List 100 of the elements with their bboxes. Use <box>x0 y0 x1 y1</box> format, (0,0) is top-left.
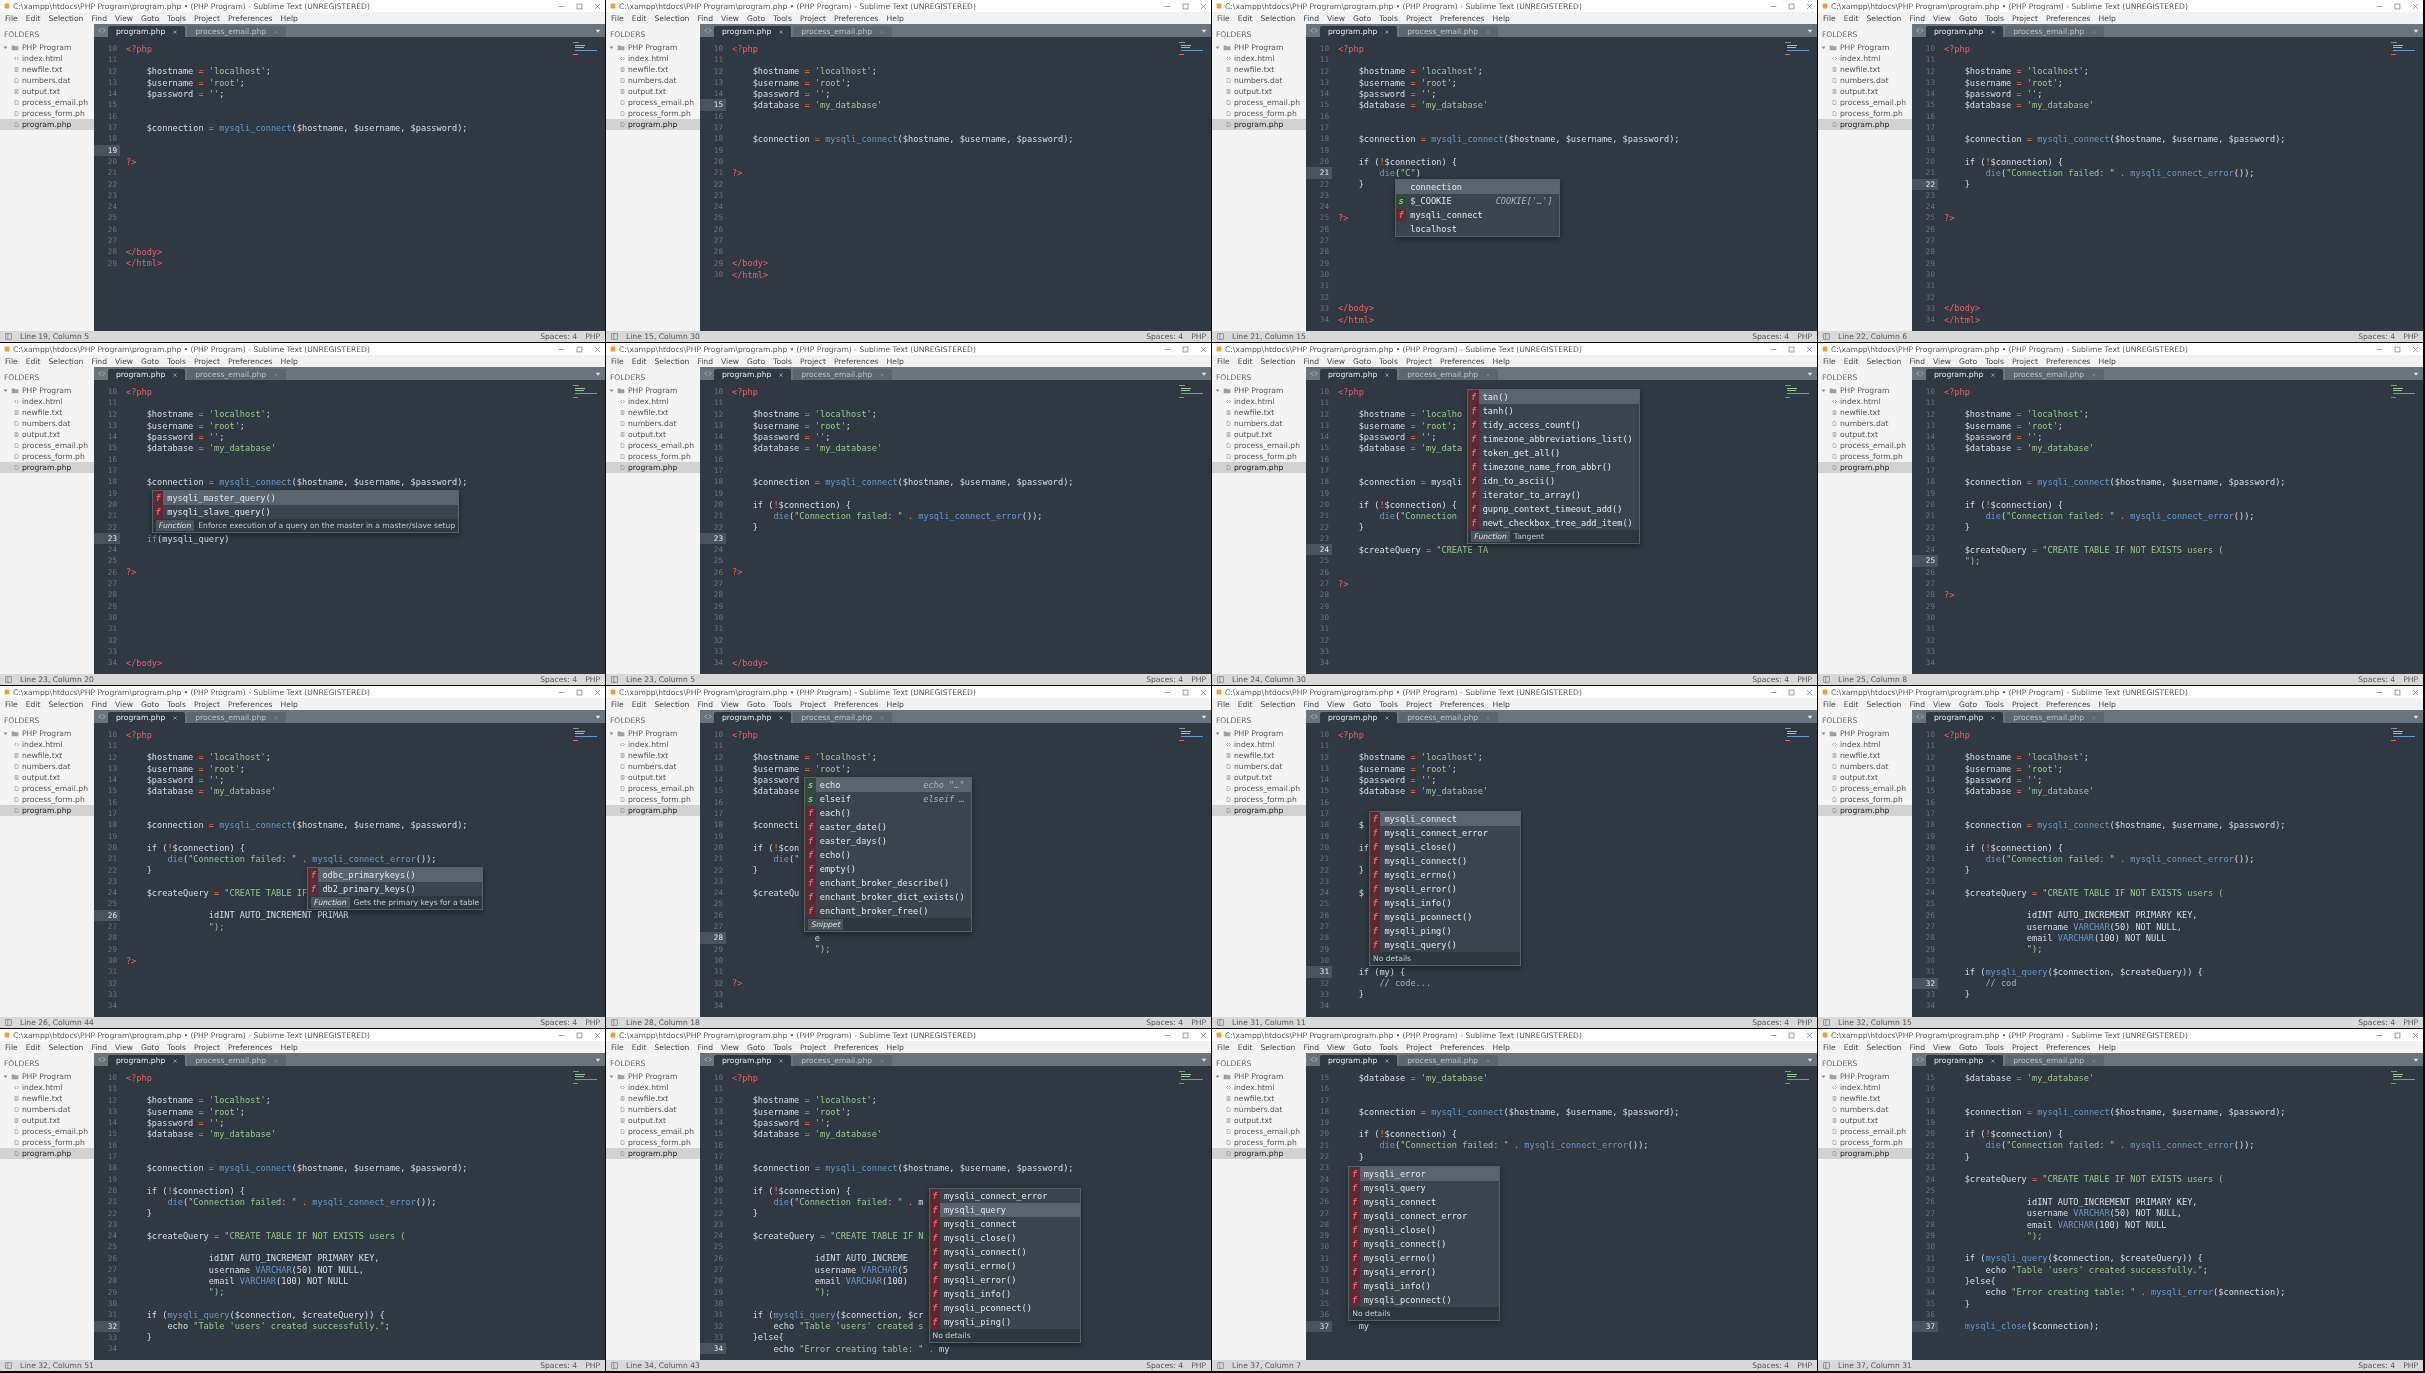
panel-toggle-icon[interactable] <box>1217 1362 1224 1369</box>
maximize-icon[interactable] <box>1788 1031 1795 1039</box>
autocomplete-item[interactable]: f mysqli_info() <box>1349 1278 1500 1293</box>
panel-toggle-icon[interactable] <box>1217 676 1224 683</box>
maximize-icon[interactable] <box>1182 2 1189 10</box>
autocomplete-item[interactable]: f mysqli_query <box>929 1203 1080 1218</box>
autocomplete-item[interactable]: f mysqli_info() <box>1370 896 1521 911</box>
panel-toggle-icon[interactable] <box>5 1362 12 1369</box>
tab-menu-icon[interactable] <box>1807 1056 1813 1063</box>
autocomplete-item[interactable]: f each() <box>805 806 971 821</box>
close-icon[interactable] <box>594 688 601 696</box>
tab-menu-icon[interactable] <box>1807 370 1813 377</box>
autocomplete-item[interactable]: f mysqli_pconnect() <box>929 1301 1080 1316</box>
autocomplete-item[interactable]: f mysqli_pconnect() <box>1349 1292 1500 1307</box>
autocomplete-item[interactable]: f tanh() <box>1468 404 1639 419</box>
autocomplete-item[interactable]: f mysqli_ping() <box>929 1315 1080 1330</box>
autocomplete-item[interactable]: f mysqli_connect() <box>929 1245 1080 1260</box>
tab-nav-icon[interactable] <box>704 1054 712 1065</box>
panel-toggle-icon[interactable] <box>1217 1019 1224 1026</box>
panel-toggle-icon[interactable] <box>1823 1362 1830 1369</box>
autocomplete-item[interactable]: f mysqli_error() <box>929 1273 1080 1288</box>
autocomplete-item[interactable]: f gupnp_context_timeout_add() <box>1468 502 1639 517</box>
tab-nav-icon[interactable] <box>98 711 106 722</box>
close-icon[interactable] <box>2412 345 2419 353</box>
autocomplete-item[interactable]: f mysqli_connect_error <box>929 1189 1080 1204</box>
autocomplete-item[interactable]: f tan() <box>1468 390 1639 405</box>
maximize-icon[interactable] <box>1182 1031 1189 1039</box>
panel-toggle-icon[interactable] <box>1823 676 1830 683</box>
tab-nav-icon[interactable] <box>704 711 712 722</box>
maximize-icon[interactable] <box>1182 345 1189 353</box>
autocomplete-item[interactable]: f newt_checkbox_tree_add_item() <box>1468 516 1639 531</box>
autocomplete-item[interactable]: f enchant_broker_describe() <box>805 876 971 891</box>
panel-toggle-icon[interactable] <box>5 676 12 683</box>
tab-menu-icon[interactable] <box>1201 713 1207 720</box>
tab-menu-icon[interactable] <box>1201 27 1207 34</box>
tab-menu-icon[interactable] <box>2413 713 2419 720</box>
autocomplete-item[interactable]: localhost <box>1395 221 1559 236</box>
autocomplete-item[interactable]: f tidy_access_count() <box>1468 418 1639 433</box>
autocomplete-item[interactable]: f echo() <box>805 848 971 863</box>
panel-toggle-icon[interactable] <box>1823 333 1830 340</box>
panel-toggle-icon[interactable] <box>5 1019 12 1026</box>
tab-menu-icon[interactable] <box>1807 27 1813 34</box>
autocomplete-item[interactable]: f mysqli_connect <box>929 1217 1080 1232</box>
tab-nav-icon[interactable] <box>98 1054 106 1065</box>
close-icon[interactable] <box>594 1031 601 1039</box>
autocomplete-item[interactable]: f mysqli_query <box>1349 1180 1500 1195</box>
tab-nav-icon[interactable] <box>1916 368 1924 379</box>
close-icon[interactable] <box>1200 2 1207 10</box>
autocomplete-item[interactable]: f timezone_name_from_abbr() <box>1468 460 1639 475</box>
close-icon[interactable] <box>594 2 601 10</box>
close-icon[interactable] <box>1806 345 1813 353</box>
tab-nav-icon[interactable] <box>1916 711 1924 722</box>
tab-nav-icon[interactable] <box>98 25 106 36</box>
tab-menu-icon[interactable] <box>595 27 601 34</box>
tab-nav-icon[interactable] <box>1310 1054 1318 1065</box>
autocomplete-item[interactable]: f mysqli_pconnect() <box>1370 910 1521 925</box>
panel-toggle-icon[interactable] <box>611 1362 618 1369</box>
tab-nav-icon[interactable] <box>704 368 712 379</box>
autocomplete-item[interactable]: connection <box>1395 179 1559 194</box>
autocomplete-item[interactable]: f mysqli_connect_error <box>1349 1208 1500 1223</box>
tab-nav-icon[interactable] <box>704 25 712 36</box>
panel-toggle-icon[interactable] <box>611 1019 618 1026</box>
autocomplete-item[interactable]: f mysqli_error() <box>1370 882 1521 897</box>
close-icon[interactable] <box>1200 1031 1207 1039</box>
autocomplete-item[interactable]: s $_COOKIE COOKIE['…'] <box>1395 193 1559 208</box>
panel-toggle-icon[interactable] <box>1217 333 1224 340</box>
maximize-icon[interactable] <box>1788 2 1795 10</box>
tab-menu-icon[interactable] <box>2413 1056 2419 1063</box>
close-icon[interactable] <box>2412 2 2419 10</box>
autocomplete-item[interactable]: f mysqli_connect <box>1349 1194 1500 1209</box>
maximize-icon[interactable] <box>576 688 583 696</box>
tab-menu-icon[interactable] <box>595 1056 601 1063</box>
maximize-icon[interactable] <box>1182 688 1189 696</box>
autocomplete-item[interactable]: f mysqli_errno() <box>929 1259 1080 1274</box>
tab-menu-icon[interactable] <box>1201 370 1207 377</box>
autocomplete-item[interactable]: f mysqli_error() <box>1349 1264 1500 1279</box>
maximize-icon[interactable] <box>2394 345 2401 353</box>
tab-nav-icon[interactable] <box>1310 368 1318 379</box>
autocomplete-item[interactable]: f odbc_primarykeys() <box>308 867 483 882</box>
autocomplete-item[interactable]: f db2_primary_keys() <box>308 881 483 896</box>
close-icon[interactable] <box>2412 1031 2419 1039</box>
tab-menu-icon[interactable] <box>1201 1056 1207 1063</box>
autocomplete-item[interactable]: f mysqli_connect <box>1395 207 1559 222</box>
autocomplete-item[interactable]: f mysqli_error <box>1349 1166 1500 1181</box>
tab-menu-icon[interactable] <box>595 713 601 720</box>
close-icon[interactable] <box>1200 688 1207 696</box>
autocomplete-item[interactable]: f easter_days() <box>805 834 971 849</box>
tab-nav-icon[interactable] <box>1310 711 1318 722</box>
autocomplete-item[interactable]: f enchant_broker_dict_exists() <box>805 890 971 905</box>
autocomplete-item[interactable]: f mysqli_close() <box>1349 1222 1500 1237</box>
tab-menu-icon[interactable] <box>1807 713 1813 720</box>
autocomplete-item[interactable]: f mysqli_connect_error <box>1370 826 1521 841</box>
autocomplete-item[interactable]: f mysqli_info() <box>929 1287 1080 1302</box>
autocomplete-item[interactable]: f empty() <box>805 862 971 877</box>
tab-menu-icon[interactable] <box>2413 27 2419 34</box>
maximize-icon[interactable] <box>576 345 583 353</box>
maximize-icon[interactable] <box>576 1031 583 1039</box>
autocomplete-item[interactable]: f idn_to_ascii() <box>1468 474 1639 489</box>
close-icon[interactable] <box>2412 688 2419 696</box>
autocomplete-item[interactable]: s echo echo "…" <box>805 778 971 793</box>
